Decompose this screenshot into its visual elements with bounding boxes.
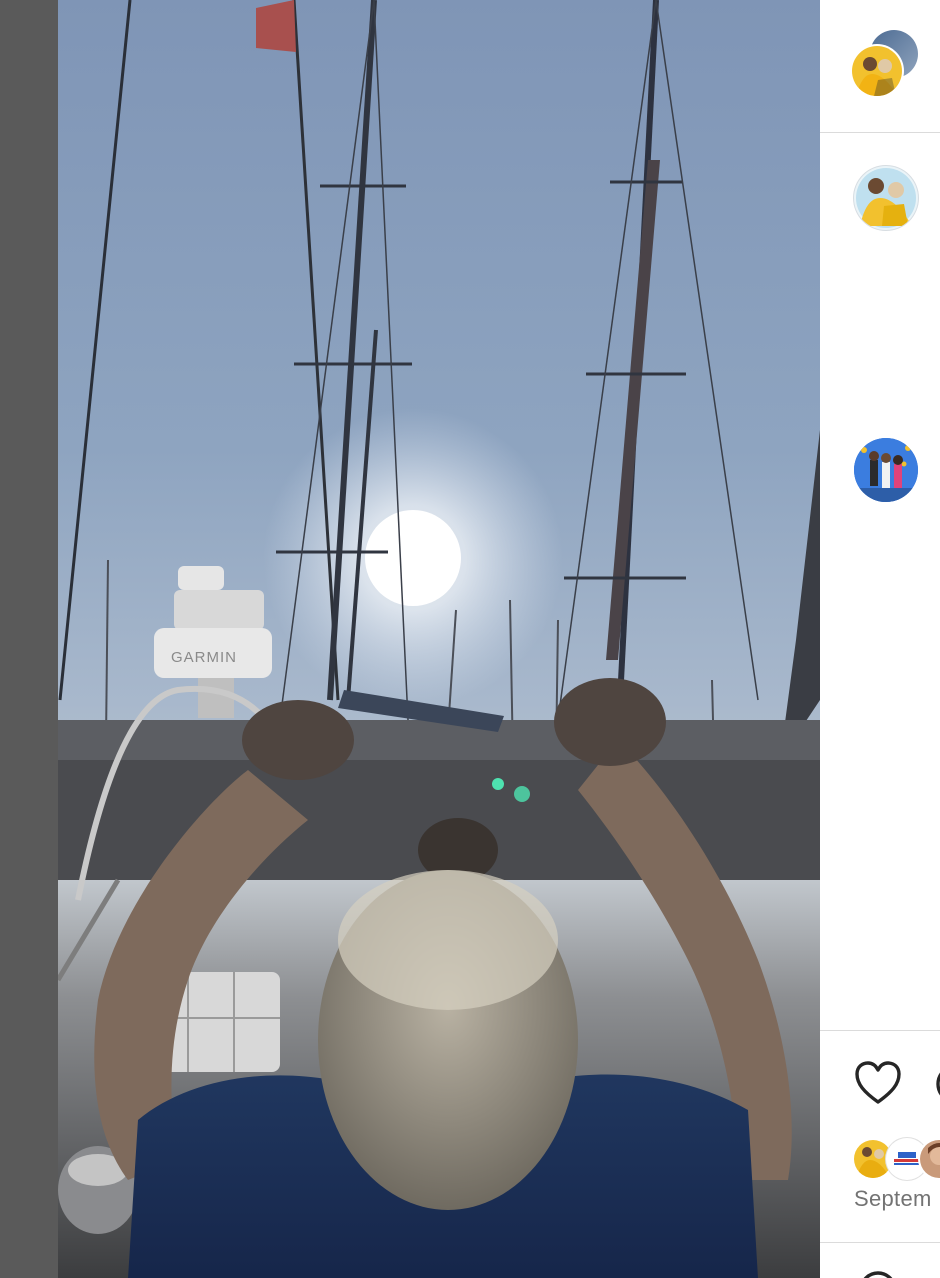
person-icon <box>928 1143 940 1165</box>
group-photo-avatar[interactable] <box>854 438 918 502</box>
author-avatar-front[interactable] <box>852 46 902 96</box>
heart-icon[interactable] <box>854 1060 902 1111</box>
post-side-panel: Septem <box>820 0 940 1278</box>
sailing-photo: GARMIN <box>58 0 820 1278</box>
liker-avatar-1[interactable] <box>854 1140 892 1178</box>
sailor-couple-icon <box>856 1147 890 1178</box>
backdrop-left <box>0 0 58 1278</box>
emoji-icon[interactable] <box>858 1270 898 1278</box>
sailor-couple-icon <box>856 168 916 228</box>
garmin-label: GARMIN <box>171 649 237 666</box>
header-divider <box>820 132 940 133</box>
liker-avatar-3[interactable] <box>920 1140 940 1178</box>
comment-box-divider <box>820 1242 940 1243</box>
actions-divider <box>820 1030 940 1031</box>
group-photo-icon <box>854 438 918 502</box>
sailor-couple-icon <box>856 57 898 96</box>
post-media[interactable]: GARMIN <box>58 0 820 1278</box>
sailor-couple-avatar[interactable] <box>854 166 918 230</box>
comment-icon[interactable] <box>934 1062 940 1111</box>
post-date[interactable]: Septem <box>854 1186 932 1212</box>
